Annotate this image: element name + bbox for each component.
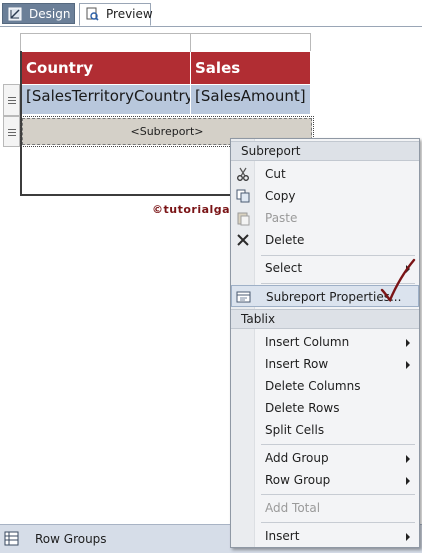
checkmark-annotation-icon xyxy=(380,258,416,303)
menu-item-split-cells[interactable]: Split Cells xyxy=(231,419,419,441)
menu-item-insert[interactable]: Insert xyxy=(231,525,419,547)
view-tab-strip: Design Preview xyxy=(0,0,422,27)
menu-separator xyxy=(261,444,415,445)
submenu-arrow-icon xyxy=(406,477,410,485)
menu-item-insert-row[interactable]: Insert Row xyxy=(231,353,419,375)
menu-item-cut[interactable]: Cut xyxy=(231,163,419,185)
data-cell-country[interactable]: [SalesTerritoryCountry] xyxy=(22,85,191,114)
menu-item-add-total-label: Add Total xyxy=(265,501,321,515)
menu-item-delete-rows[interactable]: Delete Rows xyxy=(231,397,419,419)
submenu-arrow-icon xyxy=(406,455,410,463)
menu-item-delete-label: Delete xyxy=(265,233,305,247)
scissors-icon xyxy=(237,167,249,181)
preview-icon xyxy=(86,7,99,21)
menu-item-row-group-label: Row Group xyxy=(265,473,331,487)
menu-item-delete-columns-label: Delete Columns xyxy=(265,379,361,393)
menu-separator xyxy=(261,494,415,495)
tablix-column-handles[interactable] xyxy=(20,33,311,52)
menu-item-split-cells-label: Split Cells xyxy=(265,423,325,437)
menu-item-cut-label: Cut xyxy=(265,167,286,181)
menu-item-delete-columns[interactable]: Delete Columns xyxy=(231,375,419,397)
context-menu: Subreport Cut Copy Paste Delete Select S… xyxy=(230,138,420,548)
menu-item-add-group-label: Add Group xyxy=(265,451,329,465)
properties-icon xyxy=(236,291,251,303)
menu-item-insert-column-label: Insert Column xyxy=(265,335,350,349)
menu-item-add-group[interactable]: Add Group xyxy=(231,447,419,469)
tab-design[interactable]: Design xyxy=(2,3,75,24)
row-handle-data[interactable] xyxy=(3,84,20,116)
design-icon xyxy=(8,7,22,21)
menu-item-insert-row-label: Insert Row xyxy=(265,357,329,371)
delete-x-icon xyxy=(237,234,249,246)
menu-item-row-group[interactable]: Row Group xyxy=(231,469,419,491)
row-handle-subreport[interactable] xyxy=(3,116,20,147)
menu-item-copy[interactable]: Copy xyxy=(231,185,419,207)
menu-item-copy-label: Copy xyxy=(265,189,296,203)
menu-item-delete[interactable]: Delete xyxy=(231,229,419,251)
submenu-arrow-icon xyxy=(406,339,410,347)
menu-item-paste[interactable]: Paste xyxy=(231,207,419,229)
paste-icon xyxy=(237,212,250,226)
header-cell-sales-amount[interactable]: Sales Amount xyxy=(191,52,311,109)
menu-item-select-label: Select xyxy=(265,261,303,275)
submenu-arrow-icon xyxy=(406,361,410,369)
menu-item-insert-column[interactable]: Insert Column xyxy=(231,331,419,353)
tab-preview-label: Preview xyxy=(106,7,153,21)
row-groups-label[interactable]: Row Groups xyxy=(35,532,107,546)
menu-item-paste-label: Paste xyxy=(265,211,298,225)
menu-item-delete-rows-label: Delete Rows xyxy=(265,401,340,415)
tab-preview[interactable]: Preview xyxy=(79,3,153,26)
menu-section-subreport: Subreport xyxy=(231,141,419,161)
data-cell-sales-amount[interactable]: [SalesAmount] xyxy=(191,85,311,114)
menu-separator xyxy=(261,522,415,523)
menu-item-add-total[interactable]: Add Total xyxy=(231,497,419,519)
copy-icon xyxy=(236,189,250,203)
row-groups-icon xyxy=(4,531,19,546)
menu-item-insert-label: Insert xyxy=(265,529,300,543)
tab-design-label: Design xyxy=(29,7,71,21)
submenu-arrow-icon xyxy=(406,533,410,541)
header-cell-country[interactable]: Country xyxy=(22,52,191,84)
menu-section-tablix: Tablix xyxy=(231,309,419,329)
